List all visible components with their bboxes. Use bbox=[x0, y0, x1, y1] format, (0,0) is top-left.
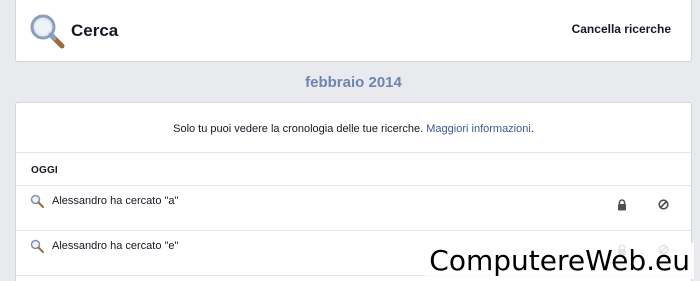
privacy-notice-text: Solo tu puoi vedere la cronologia delle … bbox=[173, 123, 427, 135]
clear-searches-button[interactable]: Cancella ricerche bbox=[572, 22, 671, 36]
page-title: Cerca bbox=[71, 21, 119, 40]
privacy-notice-suffix: . bbox=[530, 123, 534, 135]
magnifier-icon bbox=[30, 14, 65, 49]
list-item[interactable]: Alessandro ha cercato "a" bbox=[16, 186, 691, 231]
section-label: OGGI bbox=[31, 165, 58, 176]
watermark: ComputereWeb.eu bbox=[425, 243, 694, 279]
lock-icon[interactable] bbox=[617, 199, 627, 211]
magnifier-icon bbox=[30, 239, 44, 253]
entry-text: Alessandro ha cercato "e" bbox=[52, 240, 179, 252]
month-heading: febbraio 2014 bbox=[305, 74, 402, 91]
search-header: Cerca Cancella ricerche bbox=[15, 0, 692, 62]
entry-text: Alessandro ha cercato "a" bbox=[52, 195, 179, 207]
privacy-notice: Solo tu puoi vedere la cronologia delle … bbox=[16, 103, 691, 153]
learn-more-link[interactable]: Maggiori informazioni bbox=[426, 123, 531, 135]
magnifier-icon bbox=[30, 194, 44, 208]
section-header-today: OGGI bbox=[16, 153, 691, 186]
remove-icon[interactable] bbox=[658, 199, 669, 210]
